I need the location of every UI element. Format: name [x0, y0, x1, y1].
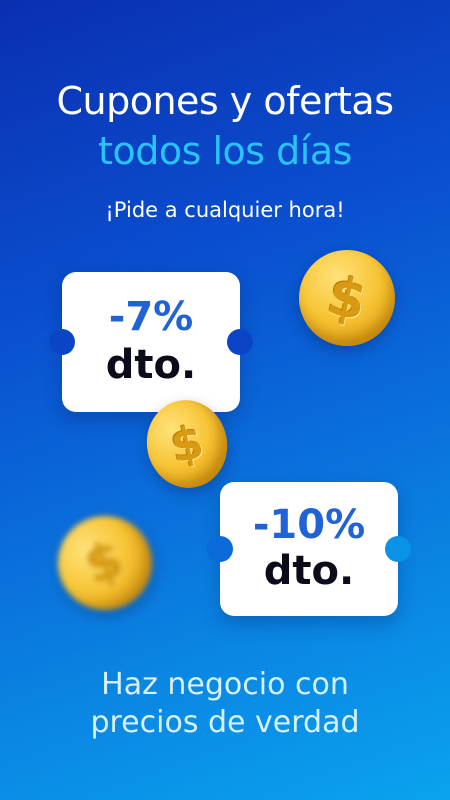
coupon-label: dto.: [105, 342, 197, 388]
coin-symbol: $: [322, 263, 372, 333]
coin-symbol: $: [165, 414, 209, 474]
footer-line-2: precios de verdad: [90, 705, 360, 740]
headline-line-1: Cupones y ofertas: [56, 79, 394, 123]
footer-line-1: Haz negocio con: [101, 667, 349, 702]
headline-line-2: todos los días: [98, 129, 352, 173]
dollar-coin-icon: $: [290, 241, 404, 355]
footer-slogan: Haz negocio con precios de verdad: [0, 666, 450, 742]
coupon-discount: -7%: [108, 294, 194, 340]
coin-symbol: $: [78, 529, 132, 597]
coupon-discount: -10%: [252, 502, 366, 548]
coupon-label: dto.: [263, 548, 355, 594]
tagline: ¡Pide a cualquier hora!: [105, 198, 345, 222]
coupon-card-10: -10% dto.: [207, 482, 411, 616]
dollar-coin-icon: $: [44, 502, 166, 624]
coupon-card-7: -7% dto.: [49, 272, 253, 412]
